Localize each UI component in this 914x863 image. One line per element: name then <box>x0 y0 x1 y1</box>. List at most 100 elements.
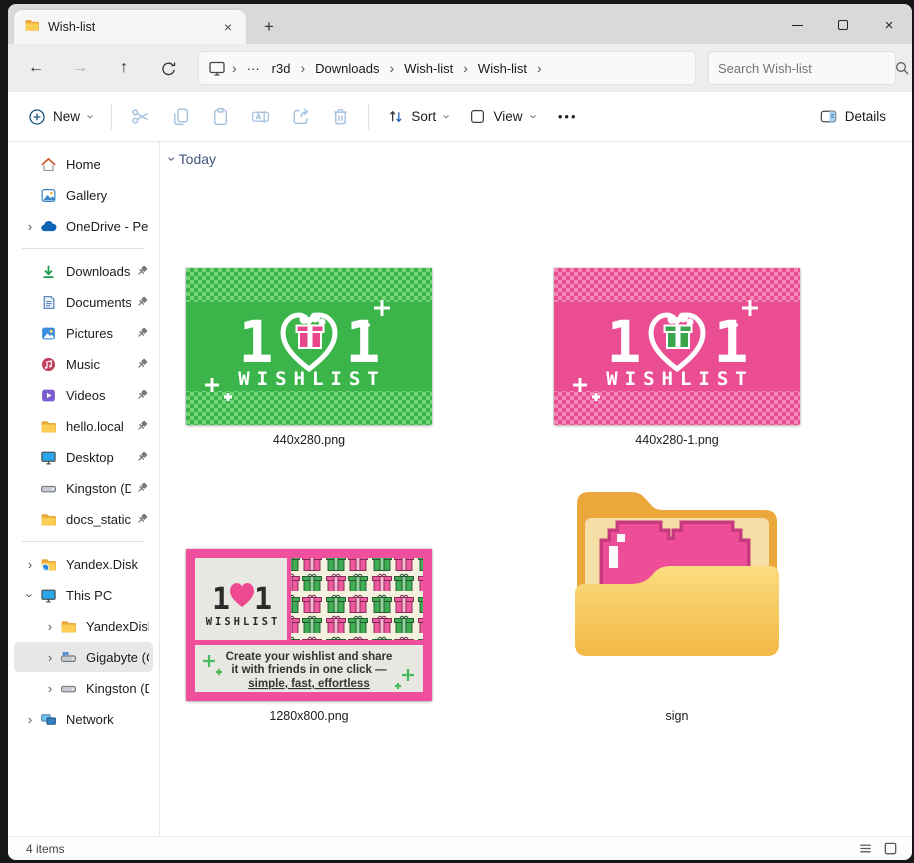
delete-button[interactable] <box>320 99 360 135</box>
breadcrumb-r3d[interactable]: r3d <box>266 61 297 76</box>
sidebar-item-docs-static[interactable]: docs_static <box>14 504 153 534</box>
image-thumbnail-pink[interactable]: 1 1 WISHLIST <box>554 268 800 425</box>
group-header-label: Today <box>179 151 216 167</box>
sort-button[interactable]: Sort › <box>377 101 459 132</box>
minimize-button[interactable] <box>774 6 820 44</box>
sidebar-item-network[interactable]: › Network <box>14 704 153 734</box>
sort-button-label: Sort <box>411 109 436 124</box>
sidebar-item-documents[interactable]: Documents <box>14 287 153 317</box>
sidebar-item-yandexdisk[interactable]: › YandexDisk <box>14 611 153 641</box>
sidebar-item-hello-local[interactable]: hello.local <box>14 411 153 441</box>
gallery-icon <box>40 187 57 204</box>
up-button[interactable]: ↑ <box>106 51 142 85</box>
svg-text:1: 1 <box>714 308 749 376</box>
sidebar-item-gigabyte-c[interactable]: › Gigabyte (C:) <box>14 642 153 672</box>
sidebar-divider <box>22 541 145 542</box>
see-more-button[interactable]: ••• <box>546 109 590 124</box>
search-input[interactable] <box>718 61 894 76</box>
paste-button[interactable] <box>200 99 240 135</box>
sidebar-item-label: docs_static <box>66 512 131 527</box>
documents-icon <box>40 294 57 311</box>
sidebar-item-label: Kingston (D:) <box>66 481 131 496</box>
address-bar: ← → ↑ › ··· r3d › Downloads › Wish-list … <box>8 44 912 92</box>
file-list: › Today <box>160 142 912 836</box>
command-bar: New › Sort › View › <box>8 92 912 142</box>
sidebar-item-onedrive[interactable]: › OneDrive - Persona <box>14 211 153 241</box>
breadcrumb[interactable]: › ··· r3d › Downloads › Wish-list › Wish… <box>198 51 696 85</box>
sidebar-item-gallery[interactable]: Gallery <box>14 180 153 210</box>
expand-chevron-icon[interactable]: › <box>40 681 60 696</box>
search-icon[interactable] <box>894 60 910 76</box>
svg-text:1: 1 <box>607 308 642 376</box>
group-header-today[interactable]: › Today <box>170 151 216 167</box>
maximize-button[interactable] <box>820 6 866 44</box>
file-name[interactable]: sign <box>554 709 800 723</box>
file-tile-440x280[interactable]: 1 1 WISHLIST 440x280.png <box>186 268 432 447</box>
file-tile-1280x800[interactable]: 1 1 WISHLIST Create your wishlist and sh… <box>186 549 432 723</box>
thumbnail-view-toggle[interactable] <box>883 841 898 856</box>
rename-button[interactable] <box>240 99 280 135</box>
videos-icon <box>40 387 57 404</box>
view-icon <box>469 108 486 125</box>
pin-icon <box>135 357 149 371</box>
pin-icon <box>135 388 149 402</box>
view-button-label: View <box>493 109 522 124</box>
details-view-toggle[interactable] <box>858 841 873 856</box>
sidebar-item-downloads[interactable]: Downloads <box>14 256 153 286</box>
sidebar-item-kingston-pinned[interactable]: Kingston (D:) <box>14 473 153 503</box>
tab-close-icon[interactable]: × <box>220 20 236 34</box>
refresh-button[interactable] <box>150 51 186 85</box>
expand-chevron-icon[interactable]: › <box>20 219 40 234</box>
file-name[interactable]: 1280x800.png <box>186 709 432 723</box>
expand-chevron-icon[interactable]: › <box>40 619 60 634</box>
refresh-icon <box>160 60 177 77</box>
new-tab-button[interactable]: + <box>254 12 284 42</box>
details-pane-icon <box>819 107 838 126</box>
cut-button[interactable] <box>120 99 160 135</box>
tab-bar: Wish-list × + × <box>8 4 912 44</box>
share-button[interactable] <box>280 99 320 135</box>
new-button[interactable]: New › <box>18 101 103 133</box>
sidebar-item-yandex-disk[interactable]: › Yandex.Disk <box>14 549 153 579</box>
yandex-disk-icon <box>40 556 57 573</box>
file-name[interactable]: 440x280-1.png <box>554 433 800 447</box>
sidebar-item-music[interactable]: Music <box>14 349 153 379</box>
folder-icon <box>40 511 57 528</box>
breadcrumb-downloads[interactable]: Downloads <box>309 61 385 76</box>
sidebar-item-pictures[interactable]: Pictures <box>14 318 153 348</box>
breadcrumb-wish-list-2[interactable]: Wish-list <box>472 61 533 76</box>
sidebar-item-videos[interactable]: Videos <box>14 380 153 410</box>
sidebar-item-desktop[interactable]: Desktop <box>14 442 153 472</box>
sidebar-item-kingston-d[interactable]: › Kingston (D:) <box>14 673 153 703</box>
file-name[interactable]: 440x280.png <box>186 433 432 447</box>
forward-button[interactable]: → <box>62 51 98 85</box>
toolbar-divider <box>111 104 112 130</box>
folder-tile-sign[interactable]: sign <box>554 478 800 723</box>
tab-wish-list[interactable]: Wish-list × <box>14 10 246 44</box>
chevron-down-icon: › <box>526 114 541 118</box>
image-thumbnail-green[interactable]: 1 1 WISHLIST <box>186 268 432 425</box>
breadcrumb-ellipsis[interactable]: ··· <box>241 61 266 76</box>
pin-icon <box>135 264 149 278</box>
close-button[interactable]: × <box>866 6 912 44</box>
folder-with-content-icon[interactable] <box>565 478 789 662</box>
expand-chevron-icon[interactable]: › <box>40 650 60 665</box>
expand-chevron-icon[interactable]: › <box>20 712 40 727</box>
pin-icon <box>135 481 149 495</box>
details-button[interactable]: Details <box>809 100 896 133</box>
home-icon <box>40 156 57 173</box>
sidebar-item-home[interactable]: Home <box>14 149 153 179</box>
collapse-chevron-icon: › <box>23 593 38 597</box>
image-thumbnail-banner[interactable]: 1 1 WISHLIST Create your wishlist and sh… <box>186 549 432 701</box>
view-button[interactable]: View › <box>459 101 545 132</box>
back-button[interactable]: ← <box>18 51 54 85</box>
desktop-icon <box>40 449 57 466</box>
copy-button[interactable] <box>160 99 200 135</box>
sidebar-item-this-pc[interactable]: › This PC <box>14 580 153 610</box>
expand-chevron-icon[interactable]: › <box>20 557 40 572</box>
breadcrumb-wish-list[interactable]: Wish-list <box>398 61 459 76</box>
search-box[interactable] <box>708 51 896 85</box>
toolbar-divider <box>368 104 369 130</box>
onedrive-icon <box>40 218 57 235</box>
file-tile-440x280-1[interactable]: 1 1 WISHLIST 440x280-1.png <box>554 268 800 447</box>
